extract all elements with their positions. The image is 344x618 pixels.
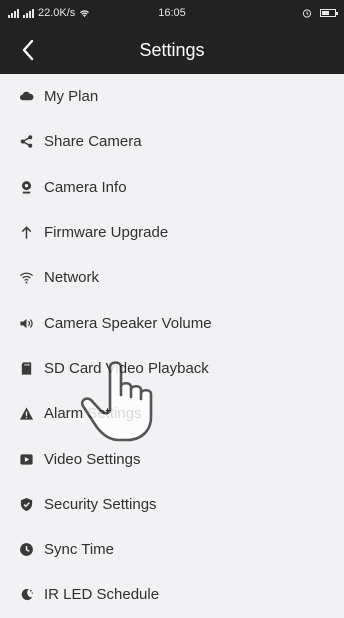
menu-item-security-settings[interactable]: Security Settings — [0, 482, 344, 527]
menu-label: My Plan — [44, 88, 99, 106]
menu-item-sync-time[interactable]: Sync Time — [0, 527, 344, 572]
menu-label: Network — [44, 269, 100, 287]
hand-pointer-icon — [80, 361, 153, 442]
alarm-icon — [302, 9, 312, 18]
status-right — [302, 8, 338, 18]
arrow-up-icon — [18, 225, 34, 241]
speaker-icon — [18, 315, 34, 331]
settings-menu: My Plan Share Camera Camera Info Firmwar… — [0, 74, 344, 618]
menu-label: Share Camera — [44, 133, 142, 151]
menu-label: Camera Speaker Volume — [44, 314, 212, 332]
menu-label: Security Settings — [44, 495, 157, 513]
menu-item-my-plan[interactable]: My Plan — [0, 74, 344, 119]
page-title: Settings — [139, 40, 205, 60]
menu-label: Camera Info — [44, 178, 127, 196]
signal-icon — [23, 8, 34, 18]
wifi-status-icon — [80, 9, 90, 17]
menu-item-share-camera[interactable]: Share Camera — [0, 119, 344, 164]
menu-item-sd-card-video-playback[interactable]: SD Card Video Playback — [0, 346, 344, 391]
menu-label: Sync Time — [44, 541, 115, 559]
clock-icon — [18, 542, 34, 558]
menu-item-video-settings[interactable]: Video Settings — [0, 436, 344, 481]
menu-label: Video Settings — [44, 450, 141, 468]
menu-item-camera-info[interactable]: Camera Info — [0, 165, 344, 210]
sd-card-icon — [18, 360, 34, 376]
night-icon — [18, 587, 34, 603]
camera-icon — [18, 179, 34, 195]
nav-bar: Settings — [0, 26, 344, 74]
menu-item-firmware-upgrade[interactable]: Firmware Upgrade — [0, 210, 344, 255]
menu-item-camera-speaker-volume[interactable]: Camera Speaker Volume — [0, 300, 344, 345]
share-icon — [18, 134, 34, 150]
signal-icon — [8, 8, 19, 18]
alert-icon — [18, 406, 34, 422]
menu-item-network[interactable]: Network — [0, 255, 344, 300]
menu-item-ir-led-schedule[interactable]: IR LED Schedule — [0, 572, 344, 617]
video-icon — [18, 451, 34, 467]
shield-icon — [18, 496, 34, 512]
wifi-icon — [18, 270, 34, 286]
status-bar: 22.0K/s 16:05 — [0, 0, 344, 26]
cloud-icon — [18, 89, 34, 105]
menu-item-alarm-settings[interactable]: Alarm Settings — [0, 391, 344, 436]
menu-label: IR LED Schedule — [44, 586, 160, 604]
battery-icon — [320, 9, 338, 17]
network-speed: 22.0K/s — [38, 7, 76, 19]
menu-label: Firmware Upgrade — [44, 224, 169, 242]
status-left: 22.0K/s — [8, 7, 302, 19]
